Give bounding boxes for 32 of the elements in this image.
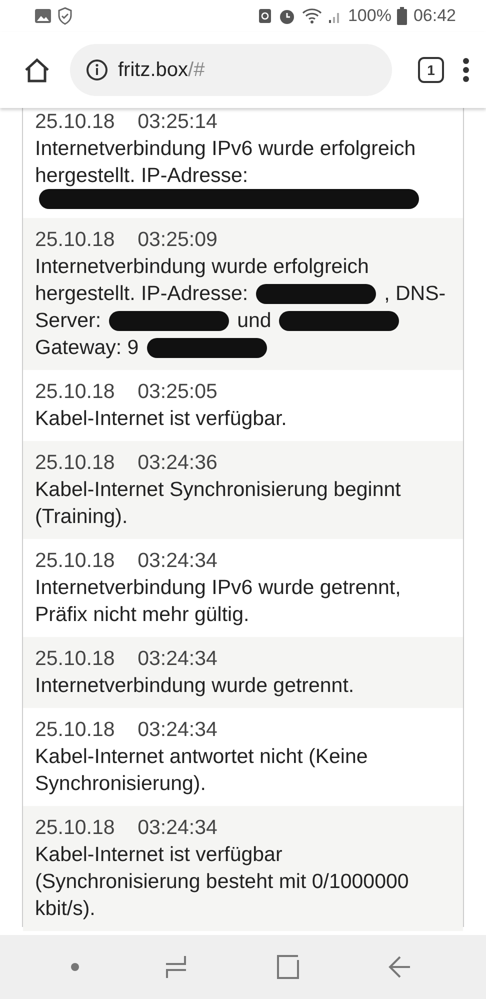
battery-percentage: 100% <box>348 6 392 26</box>
log-message: Internetverbindung wurde erfolgreich <box>35 254 369 280</box>
log-message: Kabel-Internet Synchronisierung beginnt (Training). <box>35 477 402 530</box>
battery-icon <box>397 7 408 25</box>
address-bar[interactable]: fritz.box/# <box>70 44 392 96</box>
log-message: Internetverbindung IPv6 wurde erfolgreich hergestellt. IP-Adresse: <box>35 136 417 189</box>
dot-icon <box>70 962 80 972</box>
info-icon <box>86 59 108 81</box>
url-text: fritz.box/# <box>118 58 205 82</box>
log-message: Kabel-Internet ist verfügbar (Synchronisierung besteht mit 0/1000000 kbit/s). <box>35 842 410 922</box>
log-timestamp: 25.10.18 03:25:09 <box>35 227 218 253</box>
log-message: Kabel-Internet ist verfügbar. <box>35 406 287 432</box>
log-message: Internetverbindung IPv6 wurde getrennt, Präfix nicht mehr gültig. <box>35 575 402 628</box>
log-message: Server: <box>35 308 102 334</box>
log-timestamp: 25.10.18 03:24:34 <box>35 548 218 574</box>
log-timestamp: 25.10.18 03:24:34 <box>35 646 218 672</box>
tab-count-button[interactable]: 1 <box>418 57 444 83</box>
log-timestamp: 25.10.18 03:24:36 <box>35 450 218 476</box>
wifi-icon <box>302 8 322 24</box>
shield-icon <box>58 7 72 25</box>
log-message: Kabel-Internet antwortet nicht (Keine Synchronisierung). <box>35 744 369 797</box>
log-timestamp: 25.10.18 03:24:34 <box>35 815 218 841</box>
clock-time: 06:42 <box>413 6 456 26</box>
log-message: hergestellt. IP-Adresse: <box>35 281 248 307</box>
log-timestamp: 25.10.18 03:25:05 <box>35 379 218 405</box>
image-icon <box>34 8 52 24</box>
log-timestamp: 25.10.18 03:25:14 <box>35 109 218 135</box>
log-message: , DNS- <box>384 281 446 307</box>
log-message: Gateway: 9 <box>35 335 139 361</box>
log-message: Internetverbindung wurde getrennt. <box>35 673 354 699</box>
log-message: und <box>237 308 272 334</box>
log-timestamp: 25.10.18 03:24:34 <box>35 717 218 743</box>
